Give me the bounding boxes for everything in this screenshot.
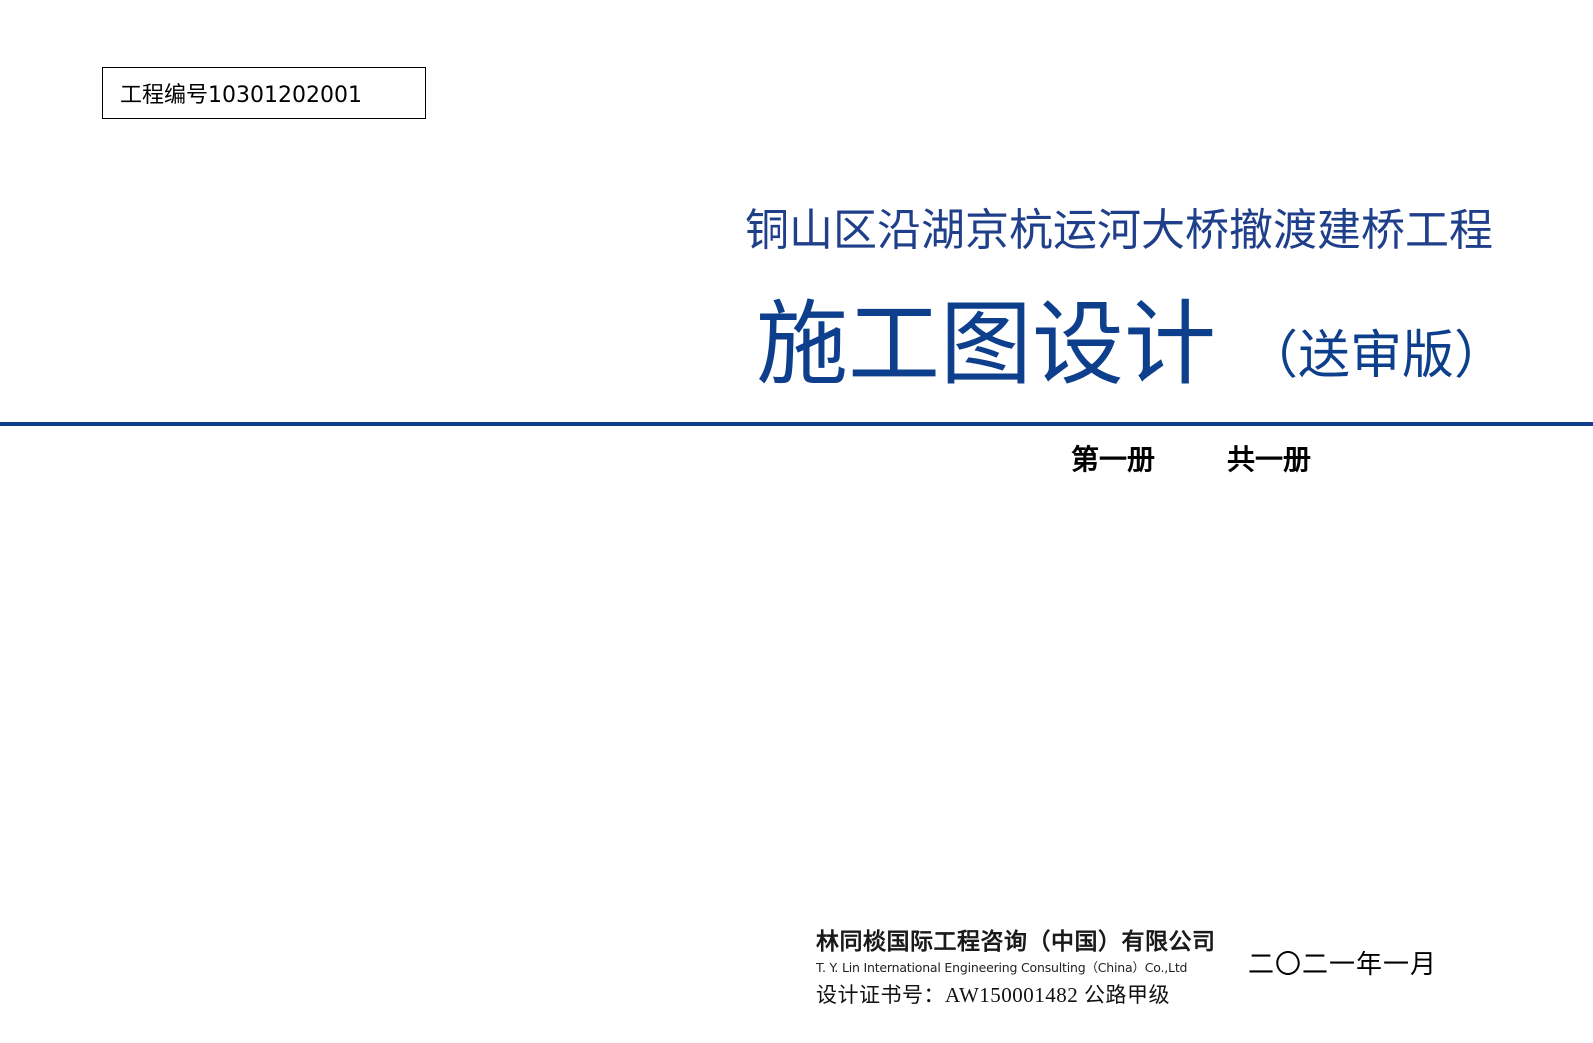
design-title-row: 施工图设计 （送审版） <box>756 292 1506 398</box>
volume-current: 第一册 <box>1071 443 1156 476</box>
review-version-label: （送审版） <box>1246 325 1507 386</box>
project-title: 铜山区沿湖京杭运河大桥撤渡建桥工程 <box>745 205 1493 256</box>
volume-total: 共一册 <box>1227 443 1312 476</box>
issue-date: 二〇二一年一月 <box>1248 950 1438 980</box>
company-name-cn: 林同棪国际工程咨询（中国）有限公司 <box>816 929 1216 955</box>
project-number-text: 工程编号10301202001 <box>120 83 362 108</box>
design-stage-title: 施工图设计 <box>756 291 1217 398</box>
company-block: 林同棪国际工程咨询（中国）有限公司 T. Y. Lin Internationa… <box>816 922 1216 1009</box>
volume-info: 第一册 共一册 <box>1071 438 1311 478</box>
company-name-en: T. Y. Lin International Engineering Cons… <box>816 960 1188 975</box>
title-divider <box>0 422 1593 426</box>
design-certificate: 设计证书号：AW150001482 公路甲级 <box>816 983 1171 1007</box>
project-number-box: 工程编号10301202001 <box>102 67 426 119</box>
